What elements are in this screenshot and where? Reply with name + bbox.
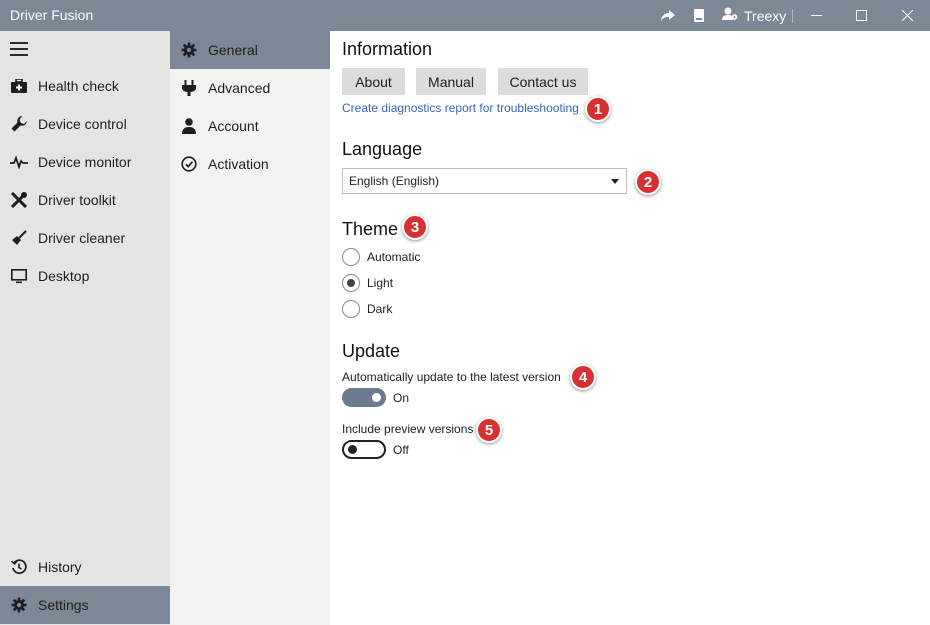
broom-icon — [0, 230, 38, 246]
pulse-icon — [0, 155, 38, 169]
subnav-item-label: Account — [208, 118, 259, 134]
subnav-item-label: Activation — [208, 156, 269, 172]
nav-item-device-control[interactable]: Device control — [0, 105, 170, 143]
subnav-item-label: General — [208, 42, 258, 58]
callout-badge-2: 2 — [635, 169, 661, 195]
toggle-knob — [372, 393, 381, 402]
nav-item-label: Desktop — [38, 268, 90, 284]
radio-button[interactable] — [342, 248, 360, 266]
theme-option-automatic[interactable]: Automatic — [342, 247, 420, 267]
nav-item-driver-toolkit[interactable]: Driver toolkit — [0, 181, 170, 219]
create-diagnostics-report-link[interactable]: Create diagnostics report for troublesho… — [342, 101, 579, 115]
radio-label: Dark — [367, 302, 393, 316]
title-bar: Driver Fusion Treexy — [0, 0, 930, 31]
manual-button[interactable]: Manual — [416, 68, 486, 95]
hamburger-menu-icon[interactable] — [10, 42, 28, 56]
app-title: Driver Fusion — [10, 7, 94, 23]
titlebar-divider — [792, 9, 793, 23]
auto-update-label: Automatically update to the latest versi… — [342, 370, 561, 384]
update-heading: Update — [342, 341, 401, 361]
nav-item-device-monitor[interactable]: Device monitor — [0, 143, 170, 181]
share-icon[interactable] — [659, 0, 677, 31]
nav-item-label: Driver toolkit — [38, 192, 116, 208]
subnav-item-activation[interactable]: Activation — [170, 145, 330, 183]
nav-item-settings[interactable]: Settings — [0, 586, 170, 624]
nav-item-label: Driver cleaner — [38, 230, 126, 246]
history-icon — [0, 559, 38, 575]
nav-item-label: Device monitor — [38, 154, 132, 170]
nav-item-history[interactable]: History — [0, 548, 170, 586]
gear-icon — [0, 597, 38, 613]
dropdown-caret-icon — [611, 179, 619, 184]
theme-heading: Theme — [342, 219, 399, 239]
theme-option-dark[interactable]: Dark — [342, 299, 392, 319]
language-heading: Language — [342, 139, 423, 159]
user-settings-icon — [722, 7, 738, 24]
book-icon[interactable] — [692, 0, 706, 31]
settings-general-panel: Information About Manual Contact us Crea… — [330, 31, 930, 625]
subnav-item-label: Advanced — [208, 80, 271, 96]
radio-button[interactable] — [342, 300, 360, 318]
callout-badge-4: 4 — [570, 364, 596, 390]
close-icon[interactable] — [896, 0, 918, 31]
callout-badge-3: 3 — [402, 214, 428, 240]
medkit-icon — [0, 79, 38, 93]
radio-button-selected[interactable] — [342, 274, 360, 292]
callout-badge-1: 1 — [585, 96, 611, 122]
monitor-icon — [0, 268, 38, 284]
subnav-item-general[interactable]: General — [170, 31, 330, 69]
preview-versions-label: Include preview versions — [342, 422, 474, 436]
maximize-icon[interactable] — [850, 0, 872, 31]
preview-versions-state: Off — [393, 443, 409, 457]
nav-item-label: Settings — [38, 597, 89, 613]
nav-item-label: History — [38, 559, 82, 575]
wrench-icon — [0, 116, 38, 132]
nav-item-label: Device control — [38, 116, 127, 132]
user-account[interactable]: Treexy — [722, 0, 786, 31]
information-heading: Information — [342, 39, 433, 59]
about-button[interactable]: About — [342, 68, 405, 95]
main-navigation: Health check Device control Device monit… — [0, 31, 170, 625]
nav-item-driver-cleaner[interactable]: Driver cleaner — [0, 219, 170, 257]
user-name: Treexy — [744, 7, 787, 24]
preview-versions-toggle[interactable] — [342, 440, 386, 459]
language-selected-value: English (English) — [349, 174, 440, 188]
auto-update-toggle[interactable] — [342, 388, 386, 407]
plug-icon — [170, 80, 208, 96]
auto-update-state: On — [393, 391, 410, 405]
contact-us-button[interactable]: Contact us — [498, 68, 588, 95]
radio-label: Light — [367, 276, 394, 290]
subnav-item-advanced[interactable]: Advanced — [170, 69, 330, 107]
gear-icon — [170, 42, 208, 58]
subnav-item-account[interactable]: Account — [170, 107, 330, 145]
tools-icon — [0, 192, 38, 208]
callout-badge-5: 5 — [476, 417, 502, 443]
check-circle-icon — [170, 156, 208, 172]
nav-item-desktop[interactable]: Desktop — [0, 257, 170, 295]
minimize-icon[interactable] — [805, 0, 827, 31]
language-select[interactable]: English (English) — [342, 168, 627, 194]
radio-label: Automatic — [367, 250, 421, 264]
nav-item-label: Health check — [38, 78, 119, 94]
nav-item-health-check[interactable]: Health check — [0, 67, 170, 105]
toggle-knob — [348, 445, 357, 454]
settings-subnavigation: General Advanced Account Activation — [170, 31, 330, 625]
theme-option-light[interactable]: Light — [342, 273, 393, 293]
person-icon — [170, 118, 208, 134]
